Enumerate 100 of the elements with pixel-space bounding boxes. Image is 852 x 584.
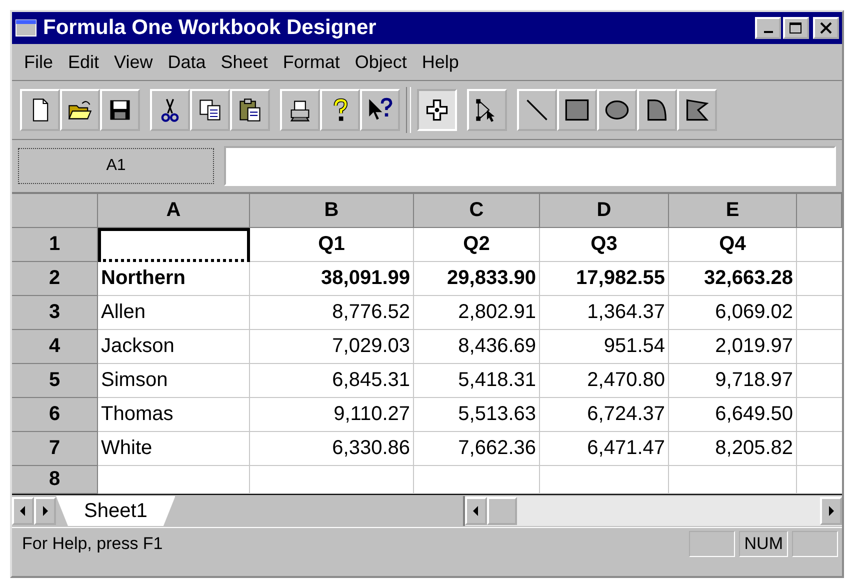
maximize-button[interactable] xyxy=(783,17,809,39)
menu-item[interactable]: File xyxy=(18,52,62,72)
scrollbar-thumb[interactable] xyxy=(487,497,518,525)
toolbar-button[interactable] xyxy=(467,89,507,131)
table-cell: 2,470.80 xyxy=(540,364,669,398)
table-cell: 6,471.47 xyxy=(540,432,669,466)
table-cell: 2,802.91 xyxy=(414,296,540,330)
table-cell: 8,205.82 xyxy=(669,432,797,466)
menu-item[interactable]: Sheet xyxy=(214,52,277,72)
table-cell: 6,330.86 xyxy=(250,432,414,466)
table-cell: Q1 xyxy=(250,228,414,262)
table-cell: 32,663.28 xyxy=(669,262,797,296)
left-arrow-icon xyxy=(472,506,480,516)
menu-item[interactable]: Edit xyxy=(62,52,108,72)
table-cell: 6,724.37 xyxy=(540,398,669,432)
line-icon xyxy=(524,97,550,123)
row-header[interactable]: 2 xyxy=(12,262,98,296)
right-arrow-icon xyxy=(827,506,835,516)
table-cell: Q2 xyxy=(414,228,540,262)
status-pane xyxy=(689,531,736,557)
table-cell: 2,019.97 xyxy=(669,330,797,364)
rectangle-icon xyxy=(564,97,590,123)
row-header[interactable]: 5 xyxy=(12,364,98,398)
row-header[interactable]: 6 xyxy=(12,398,98,432)
table-cell: Simson xyxy=(98,364,250,398)
toolbar-button[interactable] xyxy=(60,89,100,131)
table-cell: 5,513.63 xyxy=(414,398,540,432)
close-button[interactable] xyxy=(813,17,839,39)
table-cell: 7,029.03 xyxy=(250,330,414,364)
minimize-button[interactable] xyxy=(755,17,781,39)
scroll-left-button[interactable] xyxy=(465,497,488,525)
name-box[interactable]: A1 xyxy=(18,148,214,184)
row-header[interactable]: 1 xyxy=(12,228,98,262)
column-header[interactable]: B xyxy=(250,194,414,228)
table-cell: 8,776.52 xyxy=(250,296,414,330)
toolbar-button[interactable] xyxy=(417,89,457,131)
table-cell: Q4 xyxy=(669,228,797,262)
column-header[interactable]: E xyxy=(669,194,797,228)
table-cell: 9,718.97 xyxy=(669,364,797,398)
toolbar-button[interactable] xyxy=(637,89,677,131)
toolbar-button[interactable] xyxy=(517,89,557,131)
maximize-icon xyxy=(789,22,803,34)
menu-item[interactable]: Object xyxy=(348,52,416,72)
minimize-icon xyxy=(764,31,772,33)
close-icon xyxy=(820,22,832,34)
status-indicator: NUM xyxy=(739,531,788,557)
toolbar-button[interactable] xyxy=(677,89,717,131)
table-cell: 17,982.55 xyxy=(540,262,669,296)
toolbar-button[interactable] xyxy=(150,89,190,131)
toolbar-button[interactable] xyxy=(230,89,270,131)
menu-item[interactable]: Format xyxy=(276,52,349,72)
column-header[interactable]: D xyxy=(540,194,669,228)
table-cell: White xyxy=(98,432,250,466)
menu-item[interactable]: Data xyxy=(162,52,215,72)
toolbar-button[interactable] xyxy=(190,89,230,131)
polygon-icon xyxy=(684,97,710,123)
table-cell: 38,091.99 xyxy=(250,262,414,296)
right-arrow-icon xyxy=(41,506,49,516)
window-title: Formula One Workbook Designer xyxy=(43,16,378,40)
row-header[interactable]: 7 xyxy=(12,432,98,466)
table-cell: Allen xyxy=(98,296,250,330)
toolbar-button[interactable] xyxy=(20,89,60,131)
horizontal-scrollbar[interactable] xyxy=(463,496,842,526)
toolbar-button[interactable] xyxy=(360,89,400,131)
menu-item[interactable]: Help xyxy=(416,52,468,72)
table-cell: Jackson xyxy=(98,330,250,364)
scroll-right-button[interactable] xyxy=(820,497,842,525)
table-cell: 6,069.02 xyxy=(669,296,797,330)
table-cell: Northern xyxy=(98,262,250,296)
toolbar-button[interactable] xyxy=(597,89,637,131)
menu-item[interactable]: View xyxy=(108,52,162,72)
paste-icon xyxy=(237,97,263,123)
table-cell: 9,110.27 xyxy=(250,398,414,432)
formula-field[interactable] xyxy=(224,146,836,186)
table-cell: 7,662.36 xyxy=(414,432,540,466)
table-cell: 6,845.31 xyxy=(250,364,414,398)
column-header[interactable]: C xyxy=(414,194,540,228)
table-cell: Q3 xyxy=(540,228,669,262)
sheet-tab[interactable]: Sheet1 xyxy=(56,496,176,526)
row-header[interactable]: 8 xyxy=(12,466,98,494)
copy-icon xyxy=(197,97,223,123)
scroll-left-button[interactable] xyxy=(12,497,34,525)
table-cell: 29,833.90 xyxy=(414,262,540,296)
scroll-right-button[interactable] xyxy=(34,497,56,525)
window-icon xyxy=(15,19,37,37)
toolbar-button[interactable] xyxy=(320,89,360,131)
status-text: For Help, press F1 xyxy=(21,534,164,554)
table-cell: 1,364.37 xyxy=(540,296,669,330)
table-cell: 8,436.69 xyxy=(414,330,540,364)
status-pane xyxy=(792,531,838,557)
table-cell: 6,649.50 xyxy=(669,398,797,432)
table-cell: 951.54 xyxy=(540,330,669,364)
column-header[interactable]: A xyxy=(98,194,250,228)
row-header[interactable]: 3 xyxy=(12,296,98,330)
toolbar-button[interactable] xyxy=(557,89,597,131)
toolbar-button[interactable] xyxy=(280,89,320,131)
row-header[interactable]: 4 xyxy=(12,330,98,364)
table-cell: Thomas xyxy=(98,398,250,432)
table-cell: 5,418.31 xyxy=(414,364,540,398)
toolbar-button[interactable] xyxy=(100,89,140,131)
